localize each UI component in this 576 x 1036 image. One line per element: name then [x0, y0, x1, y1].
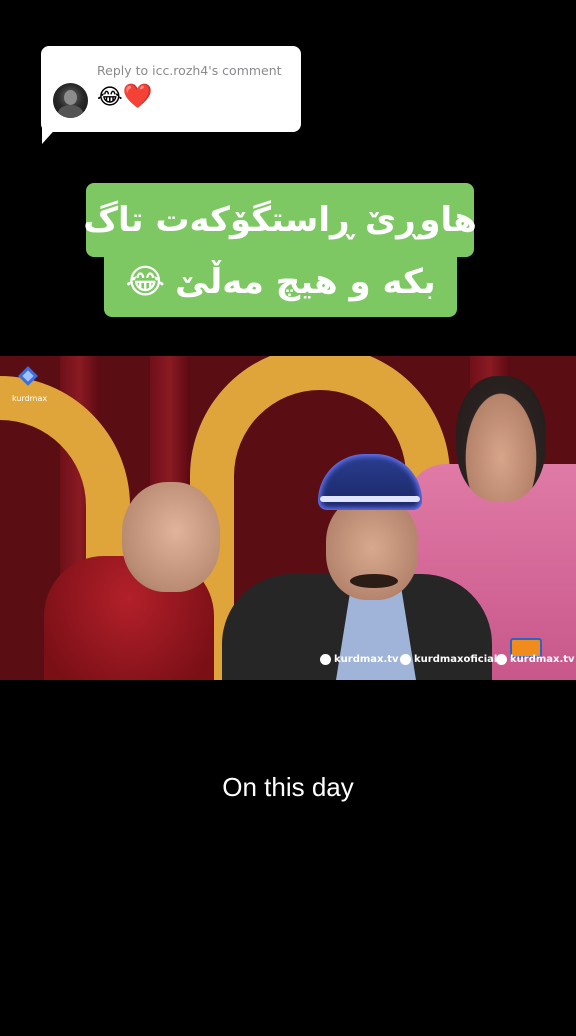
watermark-website-text: kurdmax.tv	[334, 654, 399, 665]
watermark-facebook: kurdmaxoficial	[400, 654, 497, 665]
on-this-day-label: On this day	[222, 772, 354, 802]
watermark-instagram: kurdmax.tv	[496, 654, 575, 665]
instagram-icon	[496, 654, 507, 665]
avatar-shoulders	[58, 105, 83, 118]
channel-logo-text: kurdmax	[12, 394, 48, 403]
watermark-facebook-text: kurdmaxoficial	[414, 654, 498, 665]
person-left-head	[122, 482, 220, 592]
facebook-icon	[400, 654, 411, 665]
watermark-instagram-text: kurdmax.tv	[510, 654, 575, 665]
heart-emoji: ❤️	[122, 82, 153, 110]
caption-line-2: بکە و هیچ مەڵێ 😂	[104, 247, 457, 317]
reply-comment-text: 😂❤️	[97, 83, 153, 111]
user-avatar-icon[interactable]	[53, 83, 88, 118]
laughing-emoji: 😂	[97, 85, 123, 110]
video-player[interactable]: kurdmax kurdmax.tv kurdmaxoficial kurdma…	[0, 356, 576, 680]
reply-comment-bubble[interactable]: Reply to icc.rozh4's comment 😂❤️	[41, 46, 301, 132]
avatar-head	[64, 90, 77, 105]
person-right-head	[456, 376, 546, 502]
globe-icon	[320, 654, 331, 665]
watermark-website: kurdmax.tv	[320, 654, 399, 665]
caption-laughing-emoji: 😂	[125, 262, 166, 302]
person-center-mustache	[350, 574, 398, 588]
helmet-light-stripe	[320, 496, 420, 502]
caption-line-1-text: هاوڕێ ڕاستگۆکەت تاگ	[83, 200, 477, 240]
caption-line-2-text: بکە و هیچ مەڵێ	[175, 262, 436, 302]
caption-line-1: هاوڕێ ڕاستگۆکەت تاگ	[83, 183, 477, 257]
reply-header: Reply to icc.rozh4's comment	[97, 63, 282, 78]
